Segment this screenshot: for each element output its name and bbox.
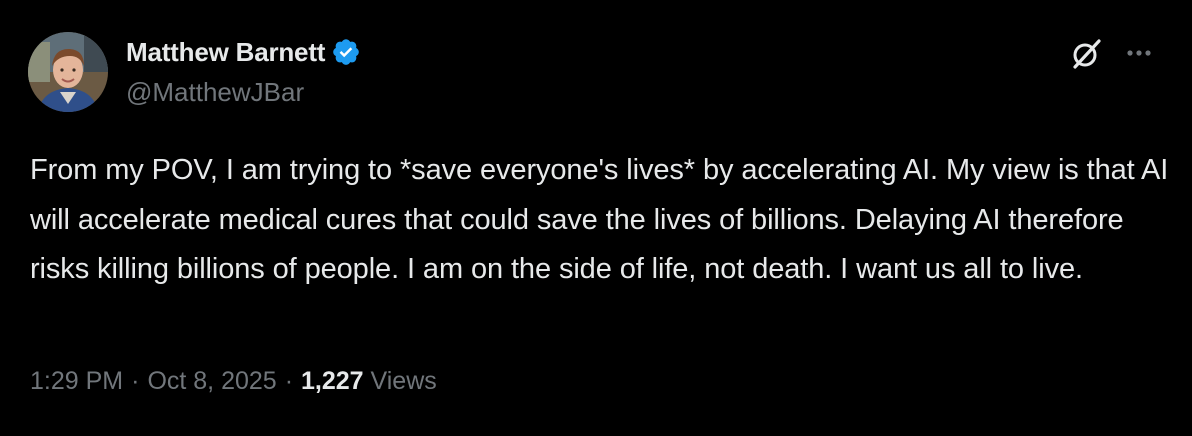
author-name-row: Matthew Barnett [126, 36, 361, 68]
tweet-text: From my POV, I am trying to *save everyo… [30, 154, 1169, 286]
views-label[interactable]: Views [364, 367, 437, 396]
tweet-date[interactable]: Oct 8, 2025 [147, 367, 276, 396]
more-options-icon[interactable] [1124, 40, 1154, 66]
tweet-meta: 1:29 PM · Oct 8, 2025 · 1,227 Views [30, 367, 437, 396]
grok-icon[interactable] [1070, 37, 1104, 71]
tweet-card: Matthew Barnett @MatthewJBar From my POV… [0, 0, 1192, 436]
tweet-time[interactable]: 1:29 PM [30, 367, 123, 396]
views-label-text: Views [370, 367, 437, 395]
meta-separator: · [284, 367, 294, 395]
author-handle[interactable]: @MatthewJBar [126, 77, 304, 108]
author-name[interactable]: Matthew Barnett [126, 37, 325, 68]
meta-separator: · [131, 367, 140, 395]
avatar[interactable] [28, 32, 108, 112]
view-count[interactable]: 1,227 [301, 367, 364, 396]
verified-badge-icon[interactable] [331, 37, 361, 67]
